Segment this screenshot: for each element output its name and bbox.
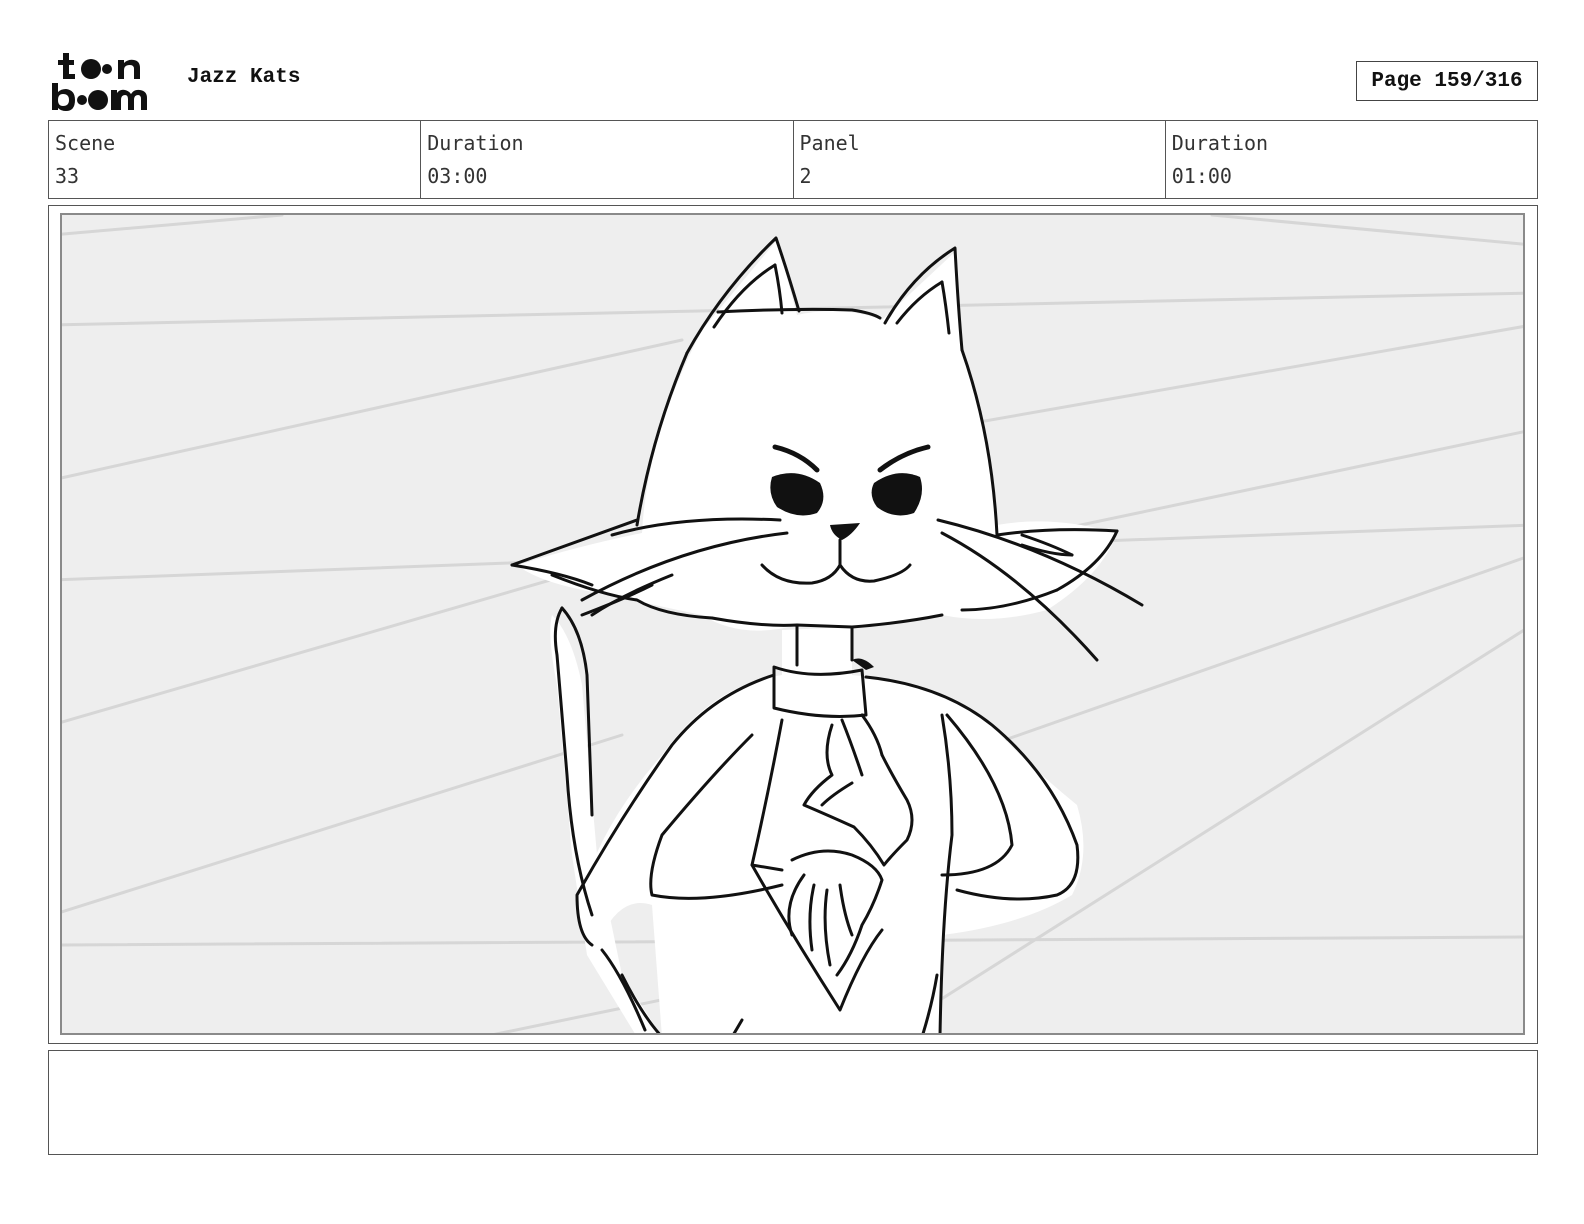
panel-label: Panel xyxy=(799,131,860,155)
scene-info-table: Scene 33 Duration 03:00 Panel 2 Duration… xyxy=(48,120,1538,199)
page-number: Page 159/316 xyxy=(1356,61,1538,101)
panel-cell: Panel 2 xyxy=(794,121,1166,198)
panel-notes xyxy=(48,1050,1538,1155)
scene-label: Scene xyxy=(55,131,116,155)
panel-drawing-area xyxy=(60,213,1525,1035)
scene-duration-value: 03:00 xyxy=(427,164,488,188)
panel-duration-cell: Duration 01:00 xyxy=(1166,121,1537,198)
scene-cell: Scene 33 xyxy=(49,121,422,198)
scene-duration-cell: Duration 03:00 xyxy=(421,121,794,198)
toon-boom-logo xyxy=(50,50,165,112)
panel-duration-value: 01:00 xyxy=(1171,164,1232,188)
panel-value: 2 xyxy=(799,164,812,188)
cat-character-sketch xyxy=(62,215,1523,1033)
project-title: Jazz Kats xyxy=(187,66,301,89)
storyboard-panel xyxy=(48,205,1538,1044)
panel-duration-label: Duration xyxy=(1171,131,1269,155)
scene-duration-label: Duration xyxy=(427,131,524,155)
scene-value: 33 xyxy=(55,164,80,188)
